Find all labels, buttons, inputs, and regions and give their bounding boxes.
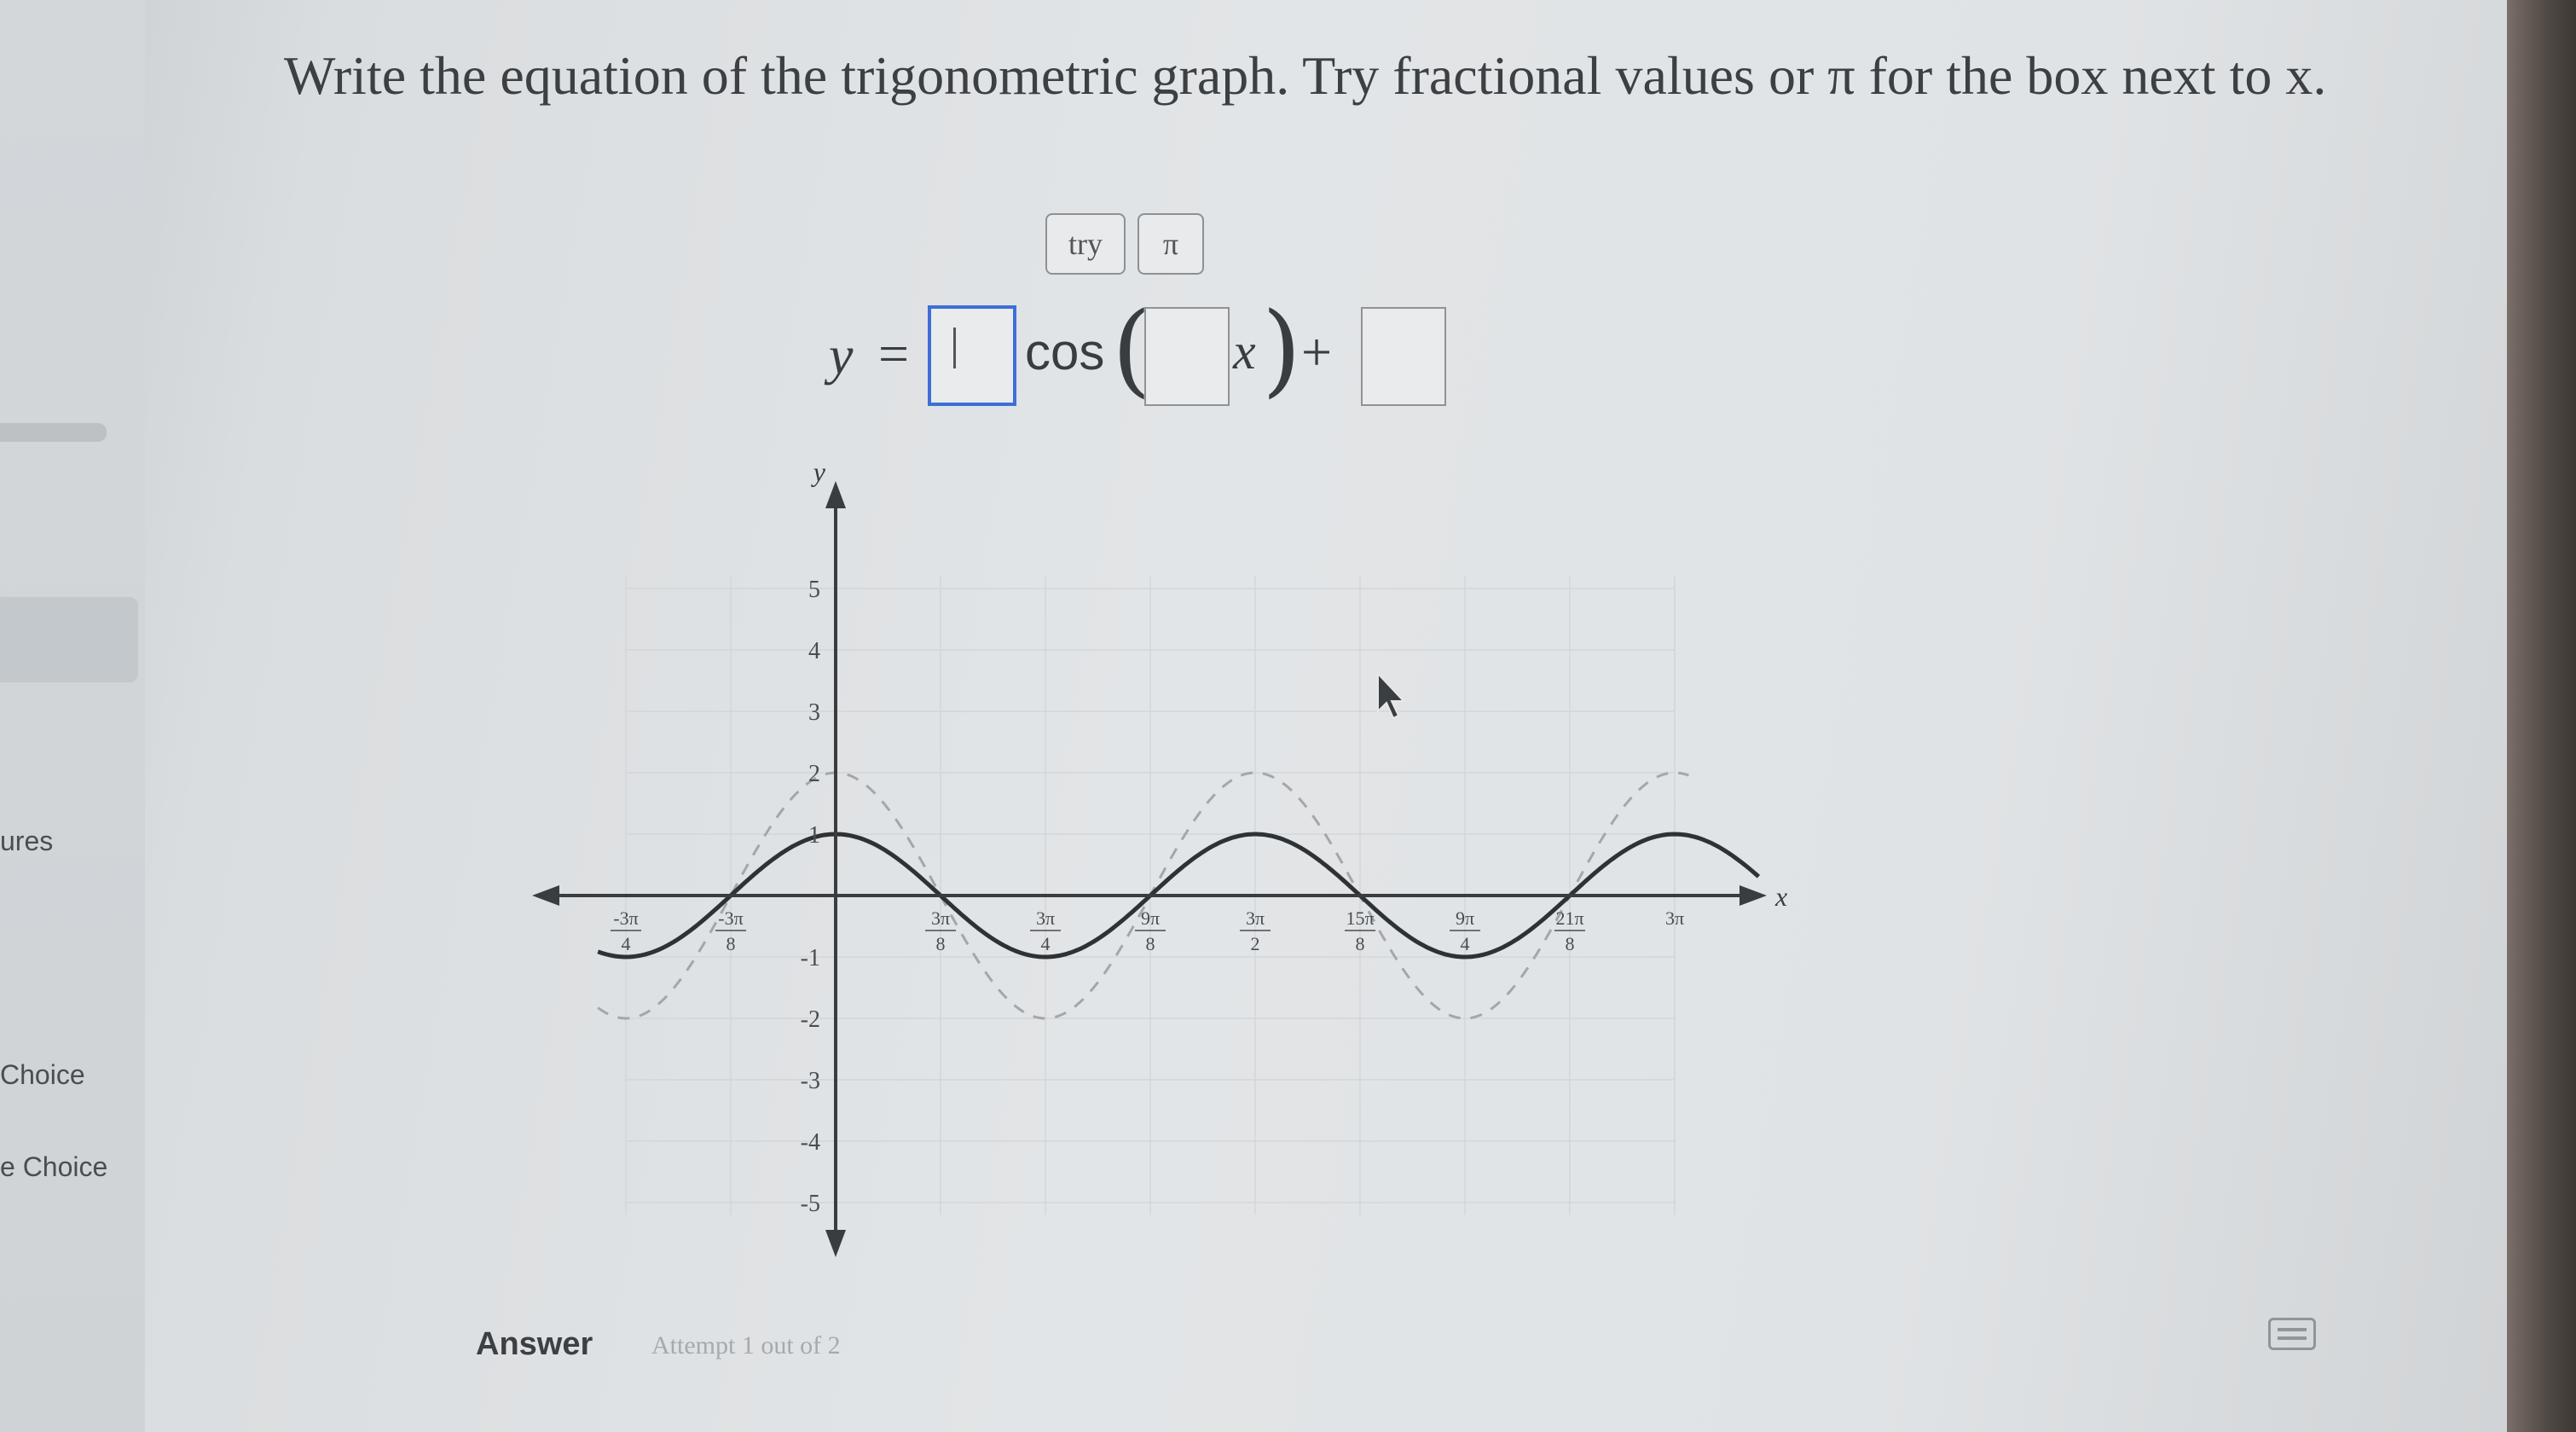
equation-x: x xyxy=(1233,323,1256,380)
sidebar: ures Choice e Choice xyxy=(0,0,145,1432)
screen-bezel xyxy=(2507,0,2576,1432)
x-tick-denominator: 4 xyxy=(1041,933,1051,954)
amplitude-input[interactable] xyxy=(928,305,1016,406)
mouse-pointer-icon xyxy=(1377,672,1406,720)
x-tick-numerator: 21π xyxy=(1555,907,1583,929)
frequency-input[interactable] xyxy=(1144,307,1230,406)
equation-y: y xyxy=(829,325,854,386)
y-tick-label: 4 xyxy=(808,638,820,664)
text-caret xyxy=(953,328,956,368)
x-axis-left-arrow xyxy=(532,885,559,906)
equation-plus: + xyxy=(1301,322,1333,382)
sidebar-selected-item[interactable] xyxy=(0,597,138,682)
answer-label: Answer xyxy=(476,1326,593,1362)
vertical-shift-input[interactable] xyxy=(1361,307,1446,406)
y-tick-label: -2 xyxy=(801,1006,820,1033)
trig-graph: yx 5 4 3 2 1 -1 -2 -3 -4 -5 -3π 4 -3π 8 3π 8 3π 4 9π 8 3π 2 15… xyxy=(512,456,1808,1279)
x-tick-denominator: 8 xyxy=(1356,933,1365,954)
pi-button[interactable]: π xyxy=(1137,213,1204,275)
y-tick-label: 5 xyxy=(808,577,820,603)
attempt-counter: Attempt 1 out of 2 xyxy=(651,1331,841,1360)
x-tick-denominator: 8 xyxy=(1146,933,1155,954)
graph-axes: yx xyxy=(532,456,1787,1257)
x-tick-denominator: 8 xyxy=(936,933,946,954)
try-button[interactable]: try xyxy=(1045,213,1126,275)
y-tick-label: -4 xyxy=(801,1129,820,1156)
x-tick-denominator: 2 xyxy=(1251,933,1260,954)
x-tick-numerator: 3π xyxy=(1036,907,1055,929)
sidebar-item-choice[interactable]: Choice xyxy=(0,1059,85,1091)
y-tick-label: -1 xyxy=(801,945,820,971)
keyboard-icon[interactable] xyxy=(2268,1318,2316,1350)
sidebar-item-multiple-choice[interactable]: e Choice xyxy=(0,1151,107,1183)
close-paren: ) xyxy=(1262,290,1302,408)
y-axis-top-arrow xyxy=(825,481,846,508)
y-tick-label: -3 xyxy=(801,1068,820,1094)
x-tick-denominator: 8 xyxy=(1566,933,1575,954)
question-text: Write the equation of the trigonometric … xyxy=(284,45,2327,106)
y-tick-label: -5 xyxy=(801,1191,820,1217)
x-tick-numerator: 15π xyxy=(1346,907,1374,929)
x-tick-denominator: 8 xyxy=(726,933,736,954)
y-tick-label: 3 xyxy=(808,699,820,726)
x-tick-numerator: 3π xyxy=(931,907,950,929)
x-axis-right-arrow xyxy=(1740,885,1767,906)
y-axis-label: y xyxy=(811,461,826,487)
x-tick-numerator: -3π xyxy=(718,907,743,929)
y-tick-label: 2 xyxy=(808,761,820,787)
x-tick-numerator: 3π xyxy=(1665,907,1684,929)
x-tick-numerator: 3π xyxy=(1246,907,1265,929)
x-tick-numerator: -3π xyxy=(613,907,638,929)
x-tick-numerator: 9π xyxy=(1456,907,1474,929)
graph-svg: yx 54321-1-2-3-4-5-3π4-3π83π83π49π83π215… xyxy=(532,456,1787,1257)
x-tick-denominator: 4 xyxy=(622,933,631,954)
equation-cos: cos xyxy=(1025,323,1105,380)
y-axis-bottom-arrow xyxy=(825,1230,846,1257)
x-axis-label: x xyxy=(1774,881,1787,912)
equation-equals: = xyxy=(878,323,910,384)
y-tick-label: 1 xyxy=(808,822,820,849)
sidebar-progress-bar xyxy=(0,423,107,442)
sidebar-item-features[interactable]: ures xyxy=(0,826,53,857)
x-tick-denominator: 4 xyxy=(1461,933,1470,954)
x-tick-numerator: 9π xyxy=(1141,907,1160,929)
